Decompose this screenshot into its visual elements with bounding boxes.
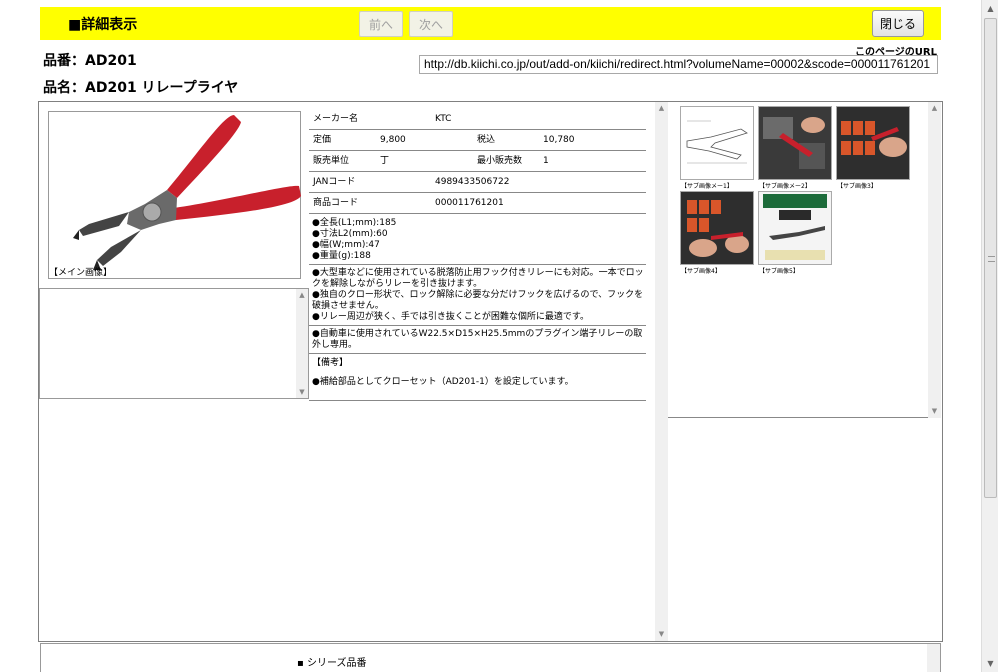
tax-value: 10,780 <box>543 135 575 145</box>
scroll-down-icon[interactable]: ▼ <box>296 386 308 398</box>
tax-label: 税込 <box>477 135 496 145</box>
scroll-up-icon[interactable]: ▲ <box>928 102 941 115</box>
grip-icon <box>988 256 995 262</box>
price-row: 定価 9,800 税込 10,780 <box>309 130 646 151</box>
close-button[interactable]: 閉じる <box>872 10 924 37</box>
next-button[interactable]: 次へ <box>409 11 453 37</box>
features-block: ●大型車などに使用されている脱落防止用フック付きリレーにも対応。一本でロックを解… <box>309 265 646 326</box>
unit-row: 販売単位 丁 最小販売数 1 <box>309 151 646 172</box>
page-url-field[interactable]: http://db.kiichi.co.jp/out/add-on/kiichi… <box>419 55 938 74</box>
scroll-down-icon[interactable]: ▼ <box>982 655 998 672</box>
series-list-item: ▪ シリーズ品番 <box>297 654 366 669</box>
minlot-value: 1 <box>543 156 549 166</box>
sub-image-thumbnail[interactable]: 【サブ画像メー1】 <box>680 106 754 190</box>
scroll-up-icon[interactable]: ▲ <box>982 0 998 17</box>
jan-value: 4989433506722 <box>435 177 510 187</box>
spec-line: ●全長(L1;mm):185 <box>312 218 397 228</box>
sub-image-caption: 【サブ画像5】 <box>759 268 799 275</box>
textarea-scrollbar[interactable]: ▲ ▼ <box>296 289 308 398</box>
prev-button[interactable]: 前へ <box>359 11 403 37</box>
specs-block: ●全長(L1;mm):185 ●寸法L2(mm):60 ●幅(W;mm):47 … <box>309 215 646 265</box>
maker-value: KTC <box>435 114 452 124</box>
product-number: 品番：AD201 <box>43 53 137 69</box>
main-image-caption: 【メイン画像】 <box>49 268 113 278</box>
maker-row: メーカー名 KTC <box>309 109 646 130</box>
jan-label: JANコード <box>313 177 356 187</box>
sub-image-thumbnail[interactable]: 【サブ画像3】 <box>836 106 910 190</box>
jan-row: JANコード 4989433506722 <box>309 172 646 193</box>
spec-line: ●幅(W;mm):47 <box>312 240 380 250</box>
usage-block: ●自動車に使用されているW22.5×D15×H25.5mmのプラグイン端子リレー… <box>309 326 646 354</box>
product-info-table: メーカー名 KTC 定価 9,800 税込 10,780 販売単位 丁 最小販売… <box>309 109 646 401</box>
spec-line: ●寸法L2(mm):60 <box>312 229 388 239</box>
scroll-down-icon[interactable]: ▼ <box>655 628 668 641</box>
pliers-diagram-image <box>686 120 748 164</box>
thumbs-scrollbar[interactable]: ▲ ▼ <box>928 102 941 418</box>
feature-line: ●独自のクロー形状で、ロック解除に必要な分だけフックを広げるので、フックを破損さ… <box>312 290 644 311</box>
relay-pliers-image <box>73 115 301 270</box>
scroll-up-icon[interactable]: ▲ <box>296 289 308 301</box>
remarks-text: ●補給部品としてクローセット（AD201-1）を設定しています。 <box>312 377 574 387</box>
remarks-block: ●補給部品としてクローセット（AD201-1）を設定しています。 <box>309 371 646 401</box>
sub-image-caption: 【サブ画像メー2】 <box>759 183 811 190</box>
price-value: 9,800 <box>380 135 406 145</box>
sub-image-thumbnail[interactable]: 【サブ画像5】 <box>758 191 832 275</box>
code-label: 商品コード <box>313 198 359 208</box>
bullet-icon: ▪ <box>297 658 304 669</box>
feature-line: ●大型車などに使用されている脱落防止用フック付きリレーにも対応。一本でロックを解… <box>312 268 644 289</box>
scrollbar-thumb[interactable] <box>984 18 997 498</box>
series-scrollbar[interactable] <box>927 644 940 672</box>
product-name: 品名：AD201 リレープライヤ <box>43 80 239 96</box>
sub-image-caption: 【サブ画像3】 <box>837 183 877 190</box>
center-scrollbar[interactable]: ▲ ▼ <box>655 102 668 641</box>
feature-line: ●リレー周辺が狭く、手では引き抜くことが困難な個所に最適です。 <box>312 312 589 322</box>
product-package-image <box>759 192 831 264</box>
sub-image-caption: 【サブ画像4】 <box>681 268 721 275</box>
sub-images-panel: 【サブ画像メー1】 【サブ画像メー2】 【サブ画像3】 【サブ画像4】 【サブ画… <box>668 102 941 418</box>
remarks-heading: 【備考】 <box>309 354 646 371</box>
code-value: 000011761201 <box>435 198 504 208</box>
relay-removal-photo <box>681 192 753 264</box>
relay-block-photo <box>837 107 909 179</box>
main-image[interactable]: 【メイン画像】 <box>48 111 301 279</box>
remarks-label: 【備考】 <box>312 358 349 368</box>
sub-image-thumbnail[interactable]: 【サブ画像メー2】 <box>758 106 832 190</box>
description-textarea[interactable]: ▲ ▼ <box>39 288 309 399</box>
sub-image-thumbnail[interactable]: 【サブ画像4】 <box>680 191 754 275</box>
page-scrollbar[interactable]: ▲ ▼ <box>981 0 998 672</box>
scroll-down-icon[interactable]: ▼ <box>928 405 941 418</box>
sub-image-caption: 【サブ画像メー1】 <box>681 183 733 190</box>
header-bar: ■詳細表示 前へ 次へ 閉じる <box>40 7 941 40</box>
usage-line: ●自動車に使用されているW22.5×D15×H25.5mmのプラグイン端子リレー… <box>312 329 643 350</box>
detail-panel: 【メイン画像】 ▲ ▼ メーカー名 KTC 定価 9,800 税込 10,780… <box>38 101 943 642</box>
unit-label: 販売単位 <box>313 156 350 166</box>
price-label: 定価 <box>313 135 332 145</box>
scroll-up-icon[interactable]: ▲ <box>655 102 668 115</box>
page-title: ■詳細表示 <box>68 17 138 33</box>
code-row: 商品コード 000011761201 <box>309 193 646 214</box>
spec-line: ●重量(g):188 <box>312 251 371 261</box>
series-label: シリーズ品番 <box>306 658 367 669</box>
minlot-label: 最小販売数 <box>477 156 523 166</box>
engine-bay-photo <box>759 107 831 179</box>
maker-label: メーカー名 <box>313 114 359 124</box>
unit-value: 丁 <box>380 156 390 166</box>
series-panel: ▪ シリーズ品番 <box>40 643 941 672</box>
